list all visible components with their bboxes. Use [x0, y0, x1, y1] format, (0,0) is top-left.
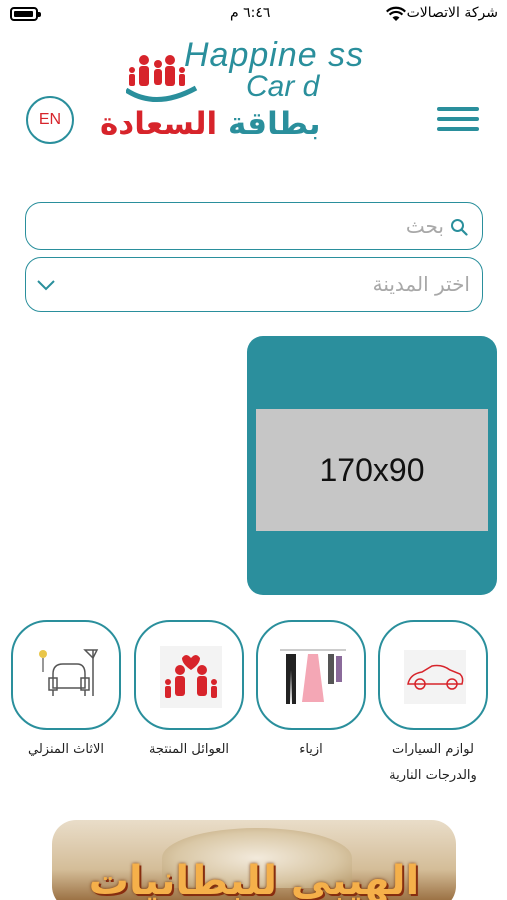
ad-banner[interactable]: 170x90 — [247, 336, 497, 595]
car-icon — [404, 650, 466, 704]
status-time: ٦:٤٦ م — [230, 5, 271, 21]
category-furniture[interactable]: الاثاث المنزلي — [10, 620, 122, 763]
status-bar: ٦:٤٦ م شركة الاتصالات — [0, 0, 507, 30]
happiness-card-logo: Happine ss Car d بطاقة السعادة — [96, 36, 416, 154]
hamburger-icon[interactable] — [437, 107, 479, 137]
carrier-name: شركة الاتصالات — [406, 5, 498, 21]
logo-arabic-prefix: بطاقة — [227, 106, 321, 142]
language-toggle-button[interactable]: EN — [26, 96, 74, 144]
category-label: لوازم السيارات — [392, 742, 474, 757]
category-label: العوائل المنتجة — [148, 742, 230, 757]
logo-arabic-suffix: السعادة — [100, 106, 218, 142]
category-image — [11, 620, 121, 730]
category-label: ازياء — [299, 742, 323, 757]
promo-title: الهيبي للبطانيات — [88, 858, 420, 900]
city-select[interactable]: اختر المدينة — [25, 257, 483, 312]
furniture-icon — [39, 649, 99, 696]
category-car-accessories[interactable]: لوازم السيارات والدرجات النارية — [377, 620, 489, 789]
logo-arabic: بطاقة السعادة — [100, 106, 321, 142]
category-image — [134, 620, 244, 730]
clothes-icon — [280, 649, 346, 704]
promo-banner[interactable]: الهيبي للبطانيات — [52, 820, 456, 900]
category-image — [378, 620, 488, 730]
category-label-line2: والدرجات النارية — [389, 768, 477, 783]
search-icon — [451, 219, 468, 236]
wifi-icon — [386, 6, 406, 21]
menu-line — [437, 127, 479, 131]
menu-line — [437, 107, 479, 111]
menu-line — [437, 117, 479, 121]
category-image — [256, 620, 366, 730]
search-bar[interactable] — [25, 202, 483, 250]
search-input[interactable] — [64, 203, 444, 249]
logo-english-line2: Car d — [246, 70, 320, 103]
chevron-down-icon — [37, 280, 55, 291]
category-label: الاثاث المنزلي — [28, 742, 104, 757]
city-select-label: اختر المدينة — [372, 272, 470, 296]
battery-icon — [10, 7, 41, 21]
category-fashion[interactable]: ازياء — [255, 620, 367, 763]
category-productive-families[interactable]: العوائل المنتجة — [133, 620, 245, 763]
ad-placeholder-image: 170x90 — [256, 409, 488, 531]
family-icon — [160, 646, 222, 708]
